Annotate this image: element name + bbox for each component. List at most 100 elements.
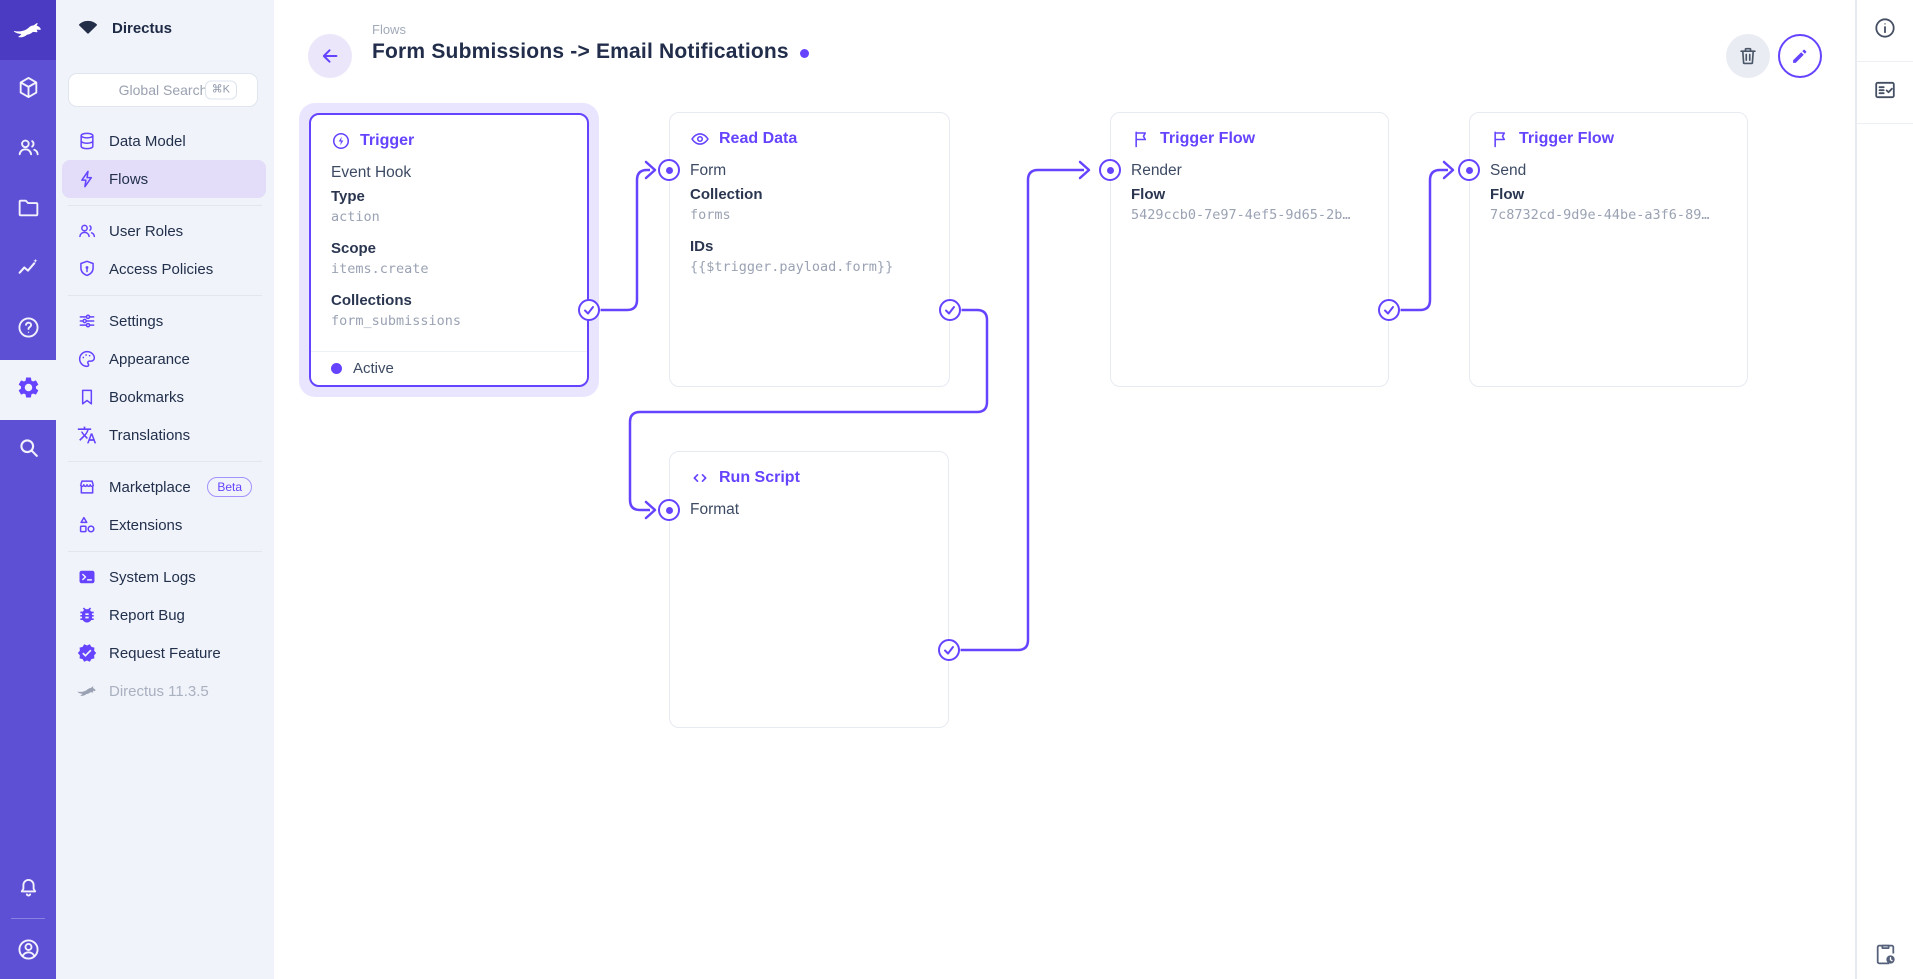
- connection-render-to-trigger-flow-send: [1401, 170, 1449, 310]
- sidebar-divider: [56, 198, 274, 212]
- sidebar-item-system-logs[interactable]: System Logs: [62, 558, 266, 596]
- sidebar-item-flows[interactable]: Flows: [62, 160, 266, 198]
- panel-title: Trigger Flow: [1160, 130, 1255, 148]
- sidebar-nav-list: Data ModelFlows User Roles Access Policies…: [56, 122, 274, 710]
- directus-logo[interactable]: [0, 0, 56, 60]
- sidebar-item-appearance[interactable]: Appearance: [62, 340, 266, 378]
- sidebar-item-user-roles[interactable]: User Roles: [62, 212, 266, 250]
- global-search-box: ⌘K: [68, 73, 258, 107]
- delete-flow-button[interactable]: [1726, 34, 1770, 78]
- field-label: Flow: [1131, 185, 1368, 205]
- shield-icon: [77, 259, 97, 279]
- sidebar-item-translations[interactable]: Translations: [62, 416, 266, 454]
- module-account[interactable]: [0, 919, 56, 979]
- store-icon: [77, 477, 97, 497]
- fact_check-icon: [1873, 78, 1897, 107]
- sidebar-divider: [56, 544, 274, 558]
- panel-header: Trigger Flow: [1131, 128, 1368, 150]
- connector-dot: [1466, 167, 1473, 174]
- project-name: Directus: [112, 20, 172, 37]
- sidebar-item-request-feature[interactable]: Request Feature: [62, 634, 266, 672]
- connector-input-read-data[interactable]: [658, 159, 680, 181]
- flow-canvas[interactable]: Trigger Event Hook Typeaction Scopeitems…: [274, 0, 1855, 979]
- flow-panel-trigger-flow-send[interactable]: Trigger Flow Send Flow7c8732cd-9d9e-44be…: [1469, 112, 1748, 387]
- module-content[interactable]: [0, 60, 56, 120]
- sidebar-item-bookmarks[interactable]: Bookmarks: [62, 378, 266, 416]
- page-header: Flows Form Submissions -> Email Notifica…: [274, 0, 1855, 100]
- connector-dot: [666, 167, 673, 174]
- sidebar-item-data-model[interactable]: Data Model: [62, 122, 266, 160]
- flow-panel-trigger[interactable]: Trigger Event Hook Typeaction Scopeitems…: [309, 113, 589, 387]
- field-value: 5429ccb0-7e97-4ef5-9d65-2b…: [1131, 205, 1368, 226]
- bolt-icon: [77, 169, 97, 189]
- arrow-left-icon: [319, 45, 341, 67]
- status-dot: [331, 363, 342, 374]
- panel-title: Run Script: [719, 469, 800, 487]
- field-label: Flow: [1490, 185, 1727, 205]
- header-actions: [1726, 34, 1822, 78]
- rabbit-icon: [77, 681, 97, 701]
- module-help[interactable]: [0, 300, 56, 360]
- flow-color-dot: [800, 49, 809, 58]
- field-value: action: [331, 207, 567, 228]
- sidebar-item-label: User Roles: [109, 223, 183, 240]
- sidebar-item-label: Marketplace: [109, 479, 191, 496]
- module-notifications[interactable]: [0, 858, 56, 918]
- module-search[interactable]: [0, 420, 56, 480]
- database-icon: [77, 131, 97, 151]
- sidebar-item-marketplace[interactable]: MarketplaceBeta: [62, 468, 266, 506]
- module-files[interactable]: [0, 180, 56, 240]
- users-icon: [16, 135, 41, 165]
- version-row: Directus 11.3.5: [62, 672, 266, 710]
- right-sidebar: [1855, 0, 1913, 979]
- edit-flow-button[interactable]: [1778, 34, 1822, 78]
- connector-output-read-data[interactable]: [939, 299, 961, 321]
- module-insights[interactable]: [0, 240, 56, 300]
- connector-output-trigger-flow-render[interactable]: [1378, 299, 1400, 321]
- account-circle-icon: [16, 937, 41, 962]
- project-icon: [77, 17, 99, 39]
- module-users[interactable]: [0, 120, 56, 180]
- fact-check-button[interactable]: [1857, 62, 1913, 124]
- field-value: {{$trigger.payload.form}}: [690, 257, 929, 278]
- translate-icon: [77, 425, 97, 445]
- sidebar-item-access-policies[interactable]: Access Policies: [62, 250, 266, 288]
- flow-panel-trigger-flow-render[interactable]: Trigger Flow Render Flow5429ccb0-7e97-4e…: [1110, 112, 1389, 387]
- info-button[interactable]: [1857, 0, 1913, 62]
- back-button[interactable]: [308, 34, 352, 78]
- field-value: items.create: [331, 259, 567, 280]
- flow-panel-run-script[interactable]: Run Script Format: [669, 451, 949, 728]
- sidebar-item-extensions[interactable]: Extensions: [62, 506, 266, 544]
- connector-input-trigger-flow-send[interactable]: [1458, 159, 1480, 181]
- trigger-type: Event Hook: [331, 163, 567, 183]
- connector-input-run-script[interactable]: [658, 499, 680, 521]
- project-header[interactable]: Directus: [56, 0, 274, 56]
- sidebar-item-label: Report Bug: [109, 607, 185, 624]
- pending-actions-button[interactable]: [1857, 942, 1913, 967]
- info-icon: [1873, 16, 1897, 45]
- panel-title: Trigger Flow: [1519, 130, 1614, 148]
- sidebar-divider: [56, 288, 274, 302]
- cube-icon: [16, 75, 41, 105]
- sidebar-item-report-bug[interactable]: Report Bug: [62, 596, 266, 634]
- flow-panel-read-data[interactable]: Read Data Form Collectionforms IDs{{$tri…: [669, 112, 950, 387]
- flag-icon: [1131, 129, 1151, 149]
- rabbit-icon: [13, 18, 43, 42]
- module-settings[interactable]: [0, 360, 56, 420]
- sidebar-item-settings[interactable]: Settings: [62, 302, 266, 340]
- connector-output-trigger[interactable]: [578, 299, 600, 321]
- panel-header: Trigger Flow: [1490, 128, 1727, 150]
- bug-icon: [77, 605, 97, 625]
- connector-input-trigger-flow-render[interactable]: [1099, 159, 1121, 181]
- folder-icon: [16, 195, 41, 225]
- sidebar-item-label: Extensions: [109, 517, 182, 534]
- sidebar-divider: [56, 454, 274, 468]
- breadcrumb[interactable]: Flows: [372, 22, 406, 37]
- connector-output-run-script[interactable]: [938, 639, 960, 661]
- operation-name: Format: [690, 500, 928, 520]
- sidebar-item-label: Translations: [109, 427, 190, 444]
- version-label: Directus 11.3.5: [109, 683, 209, 700]
- gear-icon: [16, 375, 41, 405]
- bell-icon: [16, 876, 41, 901]
- field-value: form_submissions: [331, 311, 567, 332]
